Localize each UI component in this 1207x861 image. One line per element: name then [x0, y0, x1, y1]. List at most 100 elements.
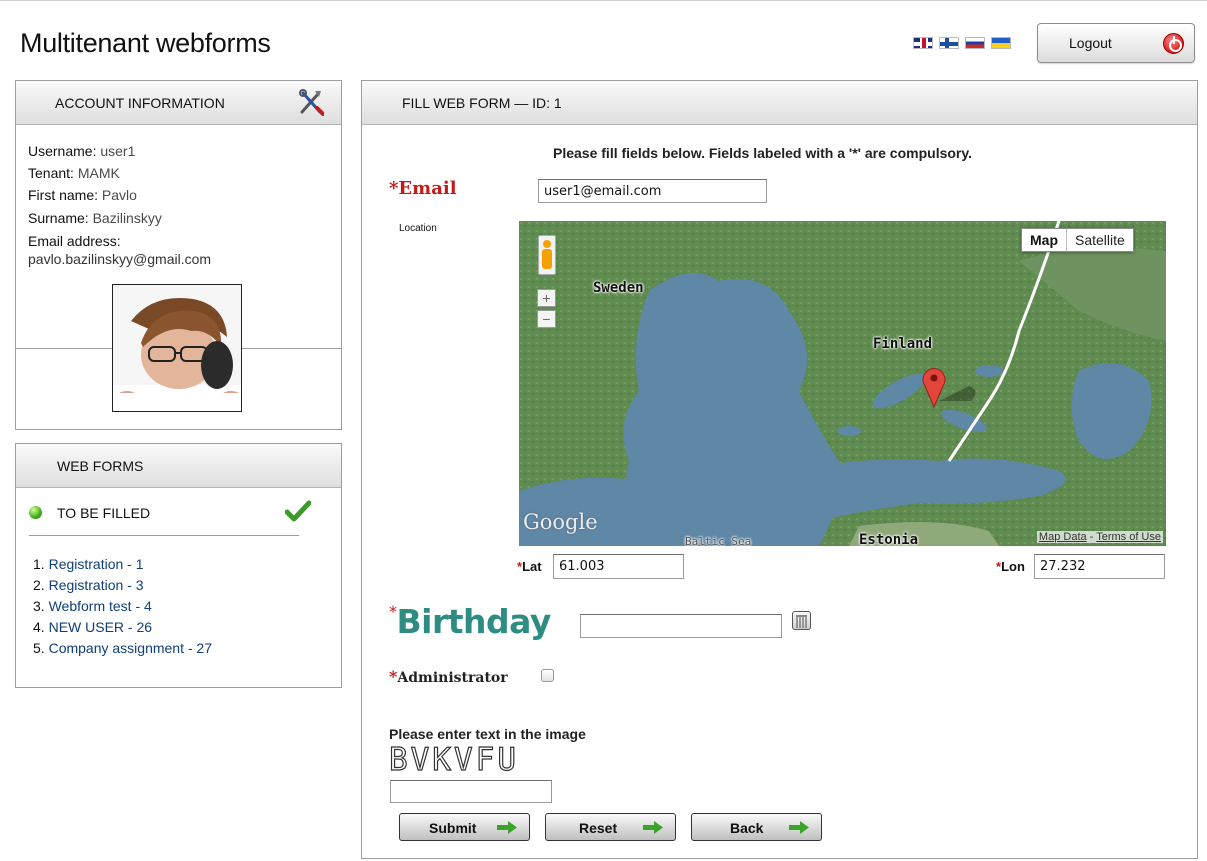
webform-link[interactable]: Registration - 1 — [49, 556, 144, 572]
russian-flag-icon[interactable] — [965, 37, 985, 49]
top-border — [0, 0, 1207, 1]
account-panel: ACCOUNT INFORMATION Username: user1 Tena… — [15, 80, 342, 430]
lat-label-text: Lat — [522, 559, 542, 574]
administrator-label: *Administrator — [389, 667, 508, 686]
lon-field[interactable] — [1034, 554, 1165, 579]
avatar — [112, 284, 242, 412]
tools-icon[interactable] — [298, 88, 324, 116]
username-value: user1 — [100, 143, 136, 159]
map-terrain — [519, 221, 1166, 546]
list-item-number: 2. — [33, 577, 45, 593]
email-address-value: pavlo.bazilinskyy@gmail.com — [28, 251, 212, 267]
surname-row: Surname: Bazilinskyy — [28, 207, 211, 229]
lon-label: *Lon — [996, 559, 1025, 574]
list-item: 1. Registration - 1 — [33, 554, 212, 575]
list-item: 4. NEW USER - 26 — [33, 617, 212, 638]
surname-label: Surname: — [28, 210, 89, 226]
arrow-right-icon — [643, 821, 663, 834]
map-attribution: Map Data - Terms of Use — [1036, 531, 1163, 543]
logout-label: Logout — [1069, 35, 1112, 51]
status-dot-icon — [29, 506, 42, 519]
list-item-number: 1. — [33, 556, 45, 572]
map-label-finland: Finland — [873, 336, 933, 352]
map-type-satellite-button[interactable]: Satellite — [1067, 229, 1133, 251]
street-view-pegman-icon[interactable] — [538, 235, 556, 275]
birthday-label-text: Birthday — [396, 602, 552, 641]
map-type-toggle: Map Satellite — [1021, 228, 1134, 252]
email-address-label: Email address: — [28, 233, 121, 249]
list-item-number: 4. — [33, 619, 45, 635]
tenant-label: Tenant: — [28, 165, 74, 181]
avatar-photo — [113, 285, 241, 411]
webforms-panel-title: WEB FORMS — [57, 458, 144, 474]
birthday-field[interactable] — [580, 614, 782, 638]
webforms-panel: WEB FORMS TO BE FILLED 1. Registration -… — [15, 443, 342, 688]
lat-field[interactable] — [553, 554, 684, 579]
fill-webform-title: FILL WEB FORM — ID: 1 — [402, 95, 562, 111]
webform-link[interactable]: Company assignment - 27 — [49, 640, 212, 656]
list-item-number: 5. — [33, 640, 45, 656]
captcha-field[interactable] — [390, 780, 552, 803]
status-text: TO BE FILLED — [57, 505, 151, 521]
email-field[interactable] — [538, 179, 767, 203]
first-name-value: Pavlo — [101, 187, 137, 203]
surname-value: Bazilinskyy — [92, 210, 162, 226]
administrator-checkbox[interactable] — [541, 669, 554, 682]
administrator-label-text: Administrator — [397, 670, 508, 686]
lon-label-text: Lon — [1001, 559, 1025, 574]
google-logo: Google — [523, 510, 598, 534]
captcha-image: BVKVFU — [388, 742, 519, 778]
captcha-prompt: Please enter text in the image — [389, 726, 586, 742]
app-title: Multitenant webforms — [20, 28, 271, 58]
checkmark-icon — [285, 500, 311, 522]
fill-webform-panel: FILL WEB FORM — ID: 1 Please fill fields… — [361, 80, 1198, 859]
arrow-right-icon — [497, 821, 517, 834]
zoom-in-button[interactable]: + — [537, 289, 556, 307]
username-label: Username: — [28, 143, 97, 159]
terms-of-use-link[interactable]: Terms of Use — [1096, 531, 1161, 543]
email-label-text: Email — [398, 178, 457, 199]
webform-link[interactable]: Webform test - 4 — [49, 598, 152, 614]
map-type-map-button[interactable]: Map — [1022, 229, 1067, 251]
list-item: 5. Company assignment - 27 — [33, 638, 212, 659]
list-item-number: 3. — [33, 598, 45, 614]
english-flag-icon[interactable] — [913, 37, 933, 49]
calendar-icon[interactable] — [792, 611, 811, 630]
map-label-estonia: Estonia — [859, 532, 919, 546]
webforms-panel-header: WEB FORMS — [16, 444, 341, 488]
account-details: Username: user1 Tenant: MAMK First name:… — [28, 139, 211, 268]
back-label: Back — [730, 820, 764, 836]
map-label-baltic-sea: Baltic Sea — [685, 535, 752, 546]
tenant-row: Tenant: MAMK — [28, 163, 211, 183]
submit-label: Submit — [429, 820, 477, 836]
power-icon — [1163, 33, 1184, 54]
map-label-sweden: Sweden — [593, 280, 644, 296]
zoom-out-button[interactable]: − — [537, 310, 556, 328]
map-attribution-separator: - — [1086, 531, 1097, 543]
account-panel-header: ACCOUNT INFORMATION — [16, 81, 341, 125]
fill-webform-header: FILL WEB FORM — ID: 1 — [362, 81, 1197, 125]
required-mark: * — [389, 178, 399, 199]
tenant-value: MAMK — [77, 165, 120, 181]
email-field-label: *Email — [389, 178, 457, 199]
back-button[interactable]: Back — [691, 813, 822, 841]
submit-button[interactable]: Submit — [399, 813, 530, 841]
logout-button[interactable]: Logout — [1037, 23, 1195, 63]
webform-list: 1. Registration - 1 2. Registration - 3 … — [33, 554, 212, 659]
birthday-field-label: *Birthday — [389, 602, 551, 641]
location-map[interactable]: + − Map Satellite Sweden Finland Estonia… — [519, 221, 1166, 546]
username-row: Username: user1 — [28, 139, 211, 163]
arrow-right-icon — [789, 821, 809, 834]
webform-link[interactable]: Registration - 3 — [49, 577, 144, 593]
language-selector — [913, 37, 1011, 49]
list-item: 2. Registration - 3 — [33, 575, 212, 596]
ukrainian-flag-icon[interactable] — [991, 37, 1011, 49]
finnish-flag-icon[interactable] — [939, 37, 959, 49]
reset-button[interactable]: Reset — [545, 813, 676, 841]
required-mark: * — [389, 602, 397, 621]
map-data-link[interactable]: Map Data — [1039, 531, 1087, 543]
first-name-row: First name: Pavlo — [28, 183, 211, 207]
webform-link[interactable]: NEW USER - 26 — [49, 619, 152, 635]
form-instructions: Please fill fields below. Fields labeled… — [553, 145, 973, 161]
location-pin-icon[interactable] — [921, 366, 947, 408]
